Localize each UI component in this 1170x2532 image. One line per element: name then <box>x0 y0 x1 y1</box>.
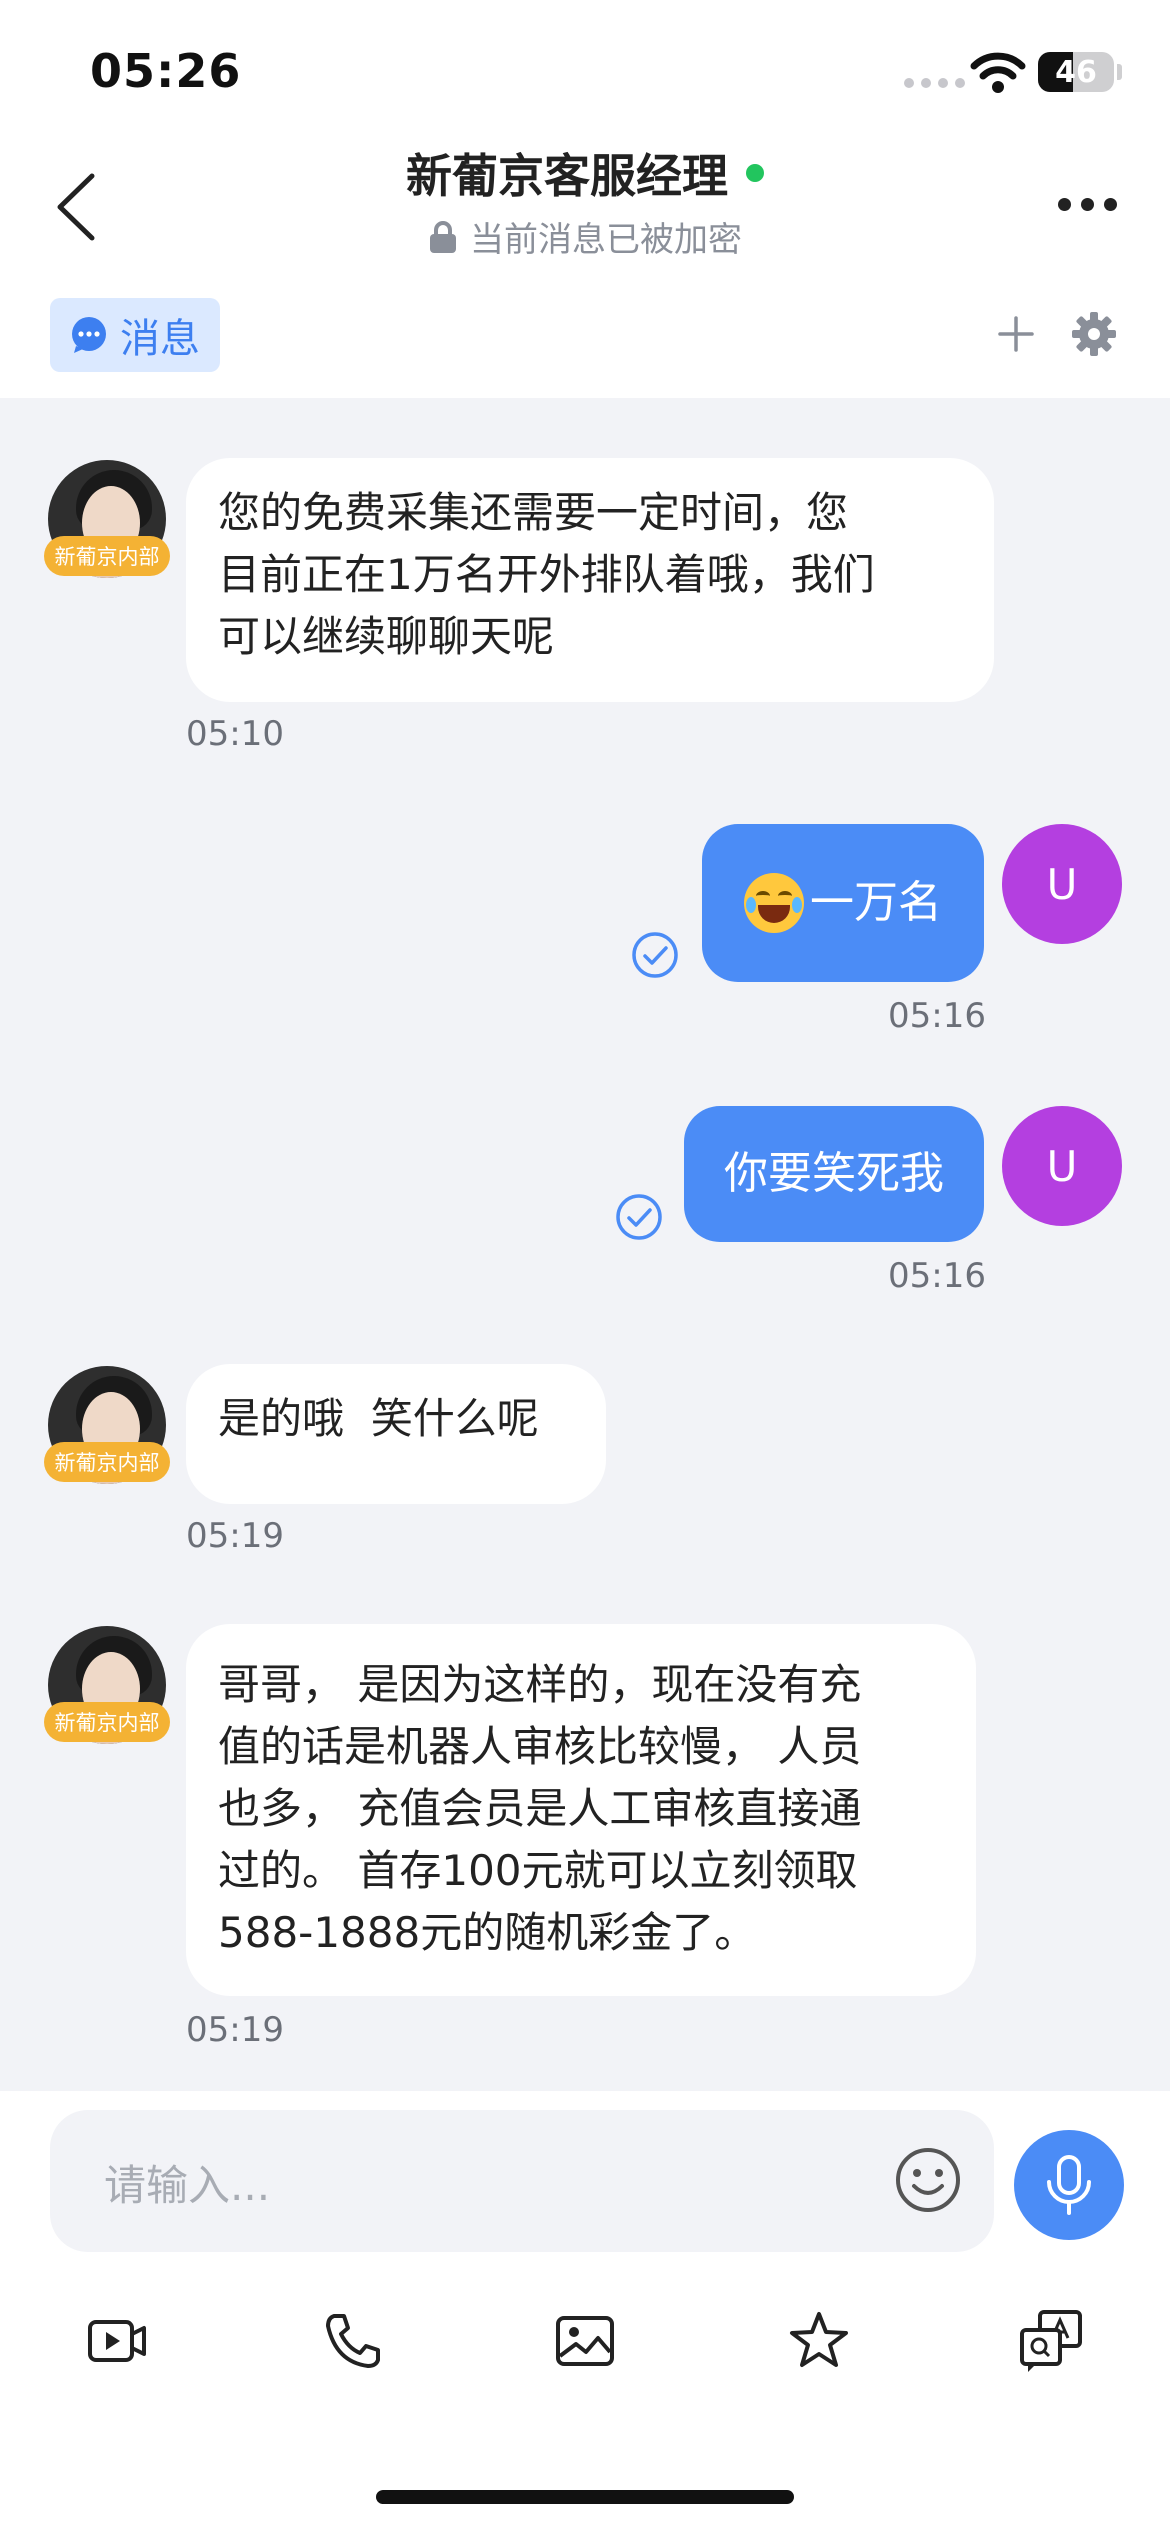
message-input-placeholder: 请输入... <box>104 2161 271 2210</box>
emoji-icon[interactable] <box>894 2146 962 2214</box>
message-line: 您的免费采集还需要一定时间，您 <box>218 488 849 537</box>
message-timestamp: 05:19 <box>186 2010 284 2050</box>
star-icon[interactable] <box>786 2308 852 2374</box>
lock-icon <box>430 220 456 253</box>
wifi-icon <box>970 52 1026 93</box>
add-icon[interactable] <box>994 312 1038 356</box>
message-bubble-user[interactable]: 你要笑死我 <box>684 1106 984 1242</box>
message-line: 可以继续聊聊天呢 <box>218 612 555 661</box>
user-avatar[interactable]: U <box>1002 1106 1122 1226</box>
agent-badge: 新葡京内部 <box>44 536 170 576</box>
more-options-button[interactable] <box>1058 198 1117 211</box>
video-icon[interactable] <box>84 2308 150 2374</box>
message-line: 哥哥， 是因为这样的，现在没有充 <box>218 1660 862 1709</box>
tab-messages[interactable]: 消息 <box>50 298 220 372</box>
tab-messages-label: 消息 <box>120 316 200 362</box>
battery-percent: 46 <box>1055 55 1097 90</box>
message-timestamp: 05:16 <box>888 1256 986 1296</box>
message-timestamp: 05:16 <box>888 996 986 1036</box>
agent-badge: 新葡京内部 <box>44 1702 170 1742</box>
user-avatar[interactable]: U <box>1002 824 1122 944</box>
message-line: 过的。 首存100元就可以立刻领取 <box>218 1846 858 1895</box>
chat-title: 新葡京客服经理 <box>406 140 764 206</box>
battery-icon: 46 <box>1038 52 1114 92</box>
message-text: 一万名 <box>810 877 942 928</box>
laughing-emoji-icon <box>744 873 804 933</box>
message-list[interactable]: 新葡京内部 您的免费采集还需要一定时间，您 目前正在1万名开外排队着哦，我们 可… <box>0 398 1170 2091</box>
image-icon[interactable] <box>552 2308 618 2374</box>
voice-button[interactable] <box>1014 2130 1124 2240</box>
cellular-signal-icon <box>904 78 965 88</box>
translate-icon[interactable] <box>1018 2308 1084 2374</box>
chat-bubble-icon <box>72 317 106 353</box>
chat-title-text: 新葡京客服经理 <box>406 149 728 203</box>
message-line: 也多， 充值会员是人工审核直接通 <box>218 1784 862 1833</box>
phone-icon[interactable] <box>320 2308 386 2374</box>
message-timestamp: 05:10 <box>186 714 284 754</box>
message-timestamp: 05:19 <box>186 1516 284 1556</box>
online-status-dot <box>746 164 764 182</box>
agent-badge: 新葡京内部 <box>44 1442 170 1482</box>
message-bubble-agent[interactable]: 哥哥， 是因为这样的，现在没有充 值的话是机器人审核比较慢， 人员 也多， 充值… <box>186 1624 976 1996</box>
encryption-notice: 当前消息已被加密 <box>428 212 742 261</box>
message-bubble-user[interactable]: 一万名 <box>702 824 984 982</box>
home-indicator[interactable] <box>376 2490 794 2504</box>
message-bubble-agent[interactable]: 是的哦 笑什么呢 <box>186 1364 606 1504</box>
message-line: 588-1888元的随机彩金了。 <box>218 1908 757 1957</box>
message-text: 你要笑死我 <box>724 1148 944 1199</box>
encryption-text: 当前消息已被加密 <box>470 220 742 260</box>
settings-gear-icon[interactable] <box>1070 310 1118 358</box>
read-check-icon <box>616 1194 662 1240</box>
message-bubble-agent[interactable]: 您的免费采集还需要一定时间，您 目前正在1万名开外排队着哦，我们 可以继续聊聊天… <box>186 458 994 702</box>
microphone-icon <box>1047 2155 1091 2215</box>
message-line: 目前正在1万名开外排队着哦，我们 <box>218 550 875 599</box>
message-line: 是的哦 笑什么呢 <box>218 1394 539 1443</box>
message-line: 值的话是机器人审核比较慢， 人员 <box>218 1722 862 1771</box>
read-check-icon <box>632 932 678 978</box>
status-time: 05:26 <box>90 44 242 98</box>
battery-nub <box>1117 64 1122 80</box>
